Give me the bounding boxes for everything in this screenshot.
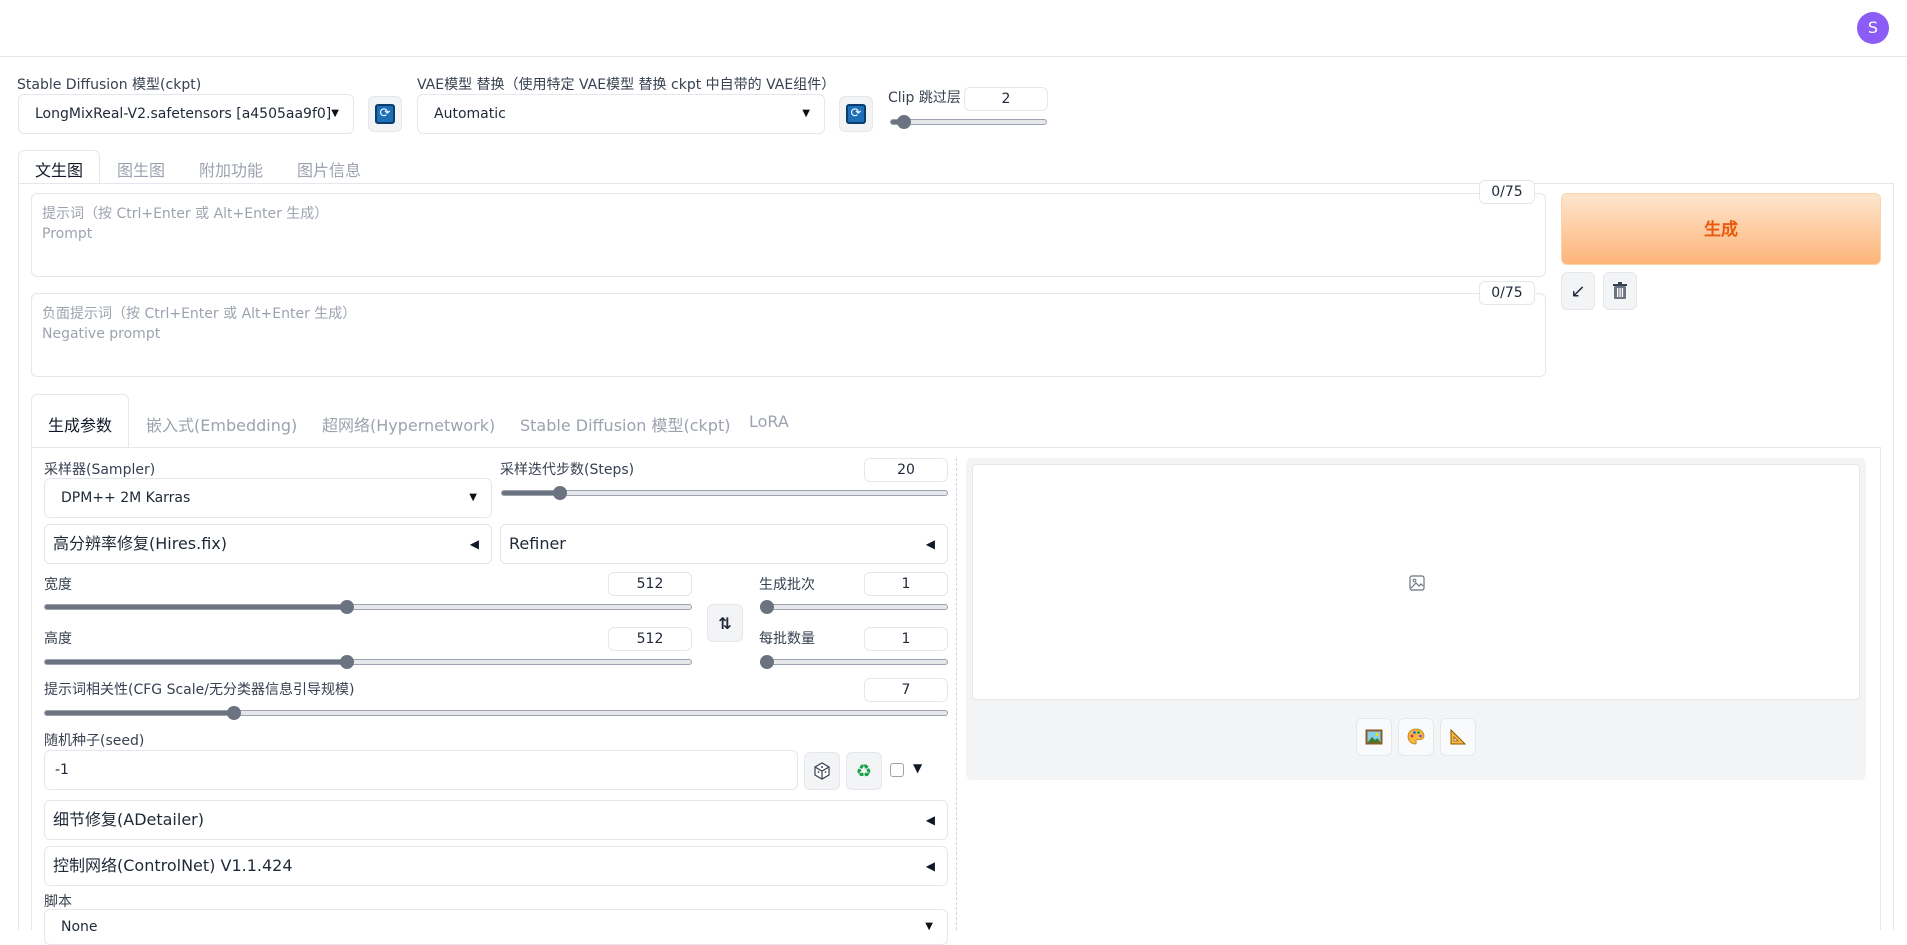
subtab-lora[interactable]: LoRA: [749, 412, 789, 431]
ckpt-label: Stable Diffusion 模型(ckpt): [17, 77, 202, 93]
seed-input[interactable]: -1: [44, 750, 798, 790]
slider-thumb[interactable]: [339, 655, 354, 669]
picture-icon: [1365, 729, 1383, 745]
batch-count-input[interactable]: 1: [864, 572, 948, 596]
vae-label: VAE模型 替换（使用特定 VAE模型 替换 ckpt 中自带的 VAE组件）: [417, 77, 836, 93]
prompt-token-counter: 0/75: [1479, 180, 1535, 204]
clip-skip-input[interactable]: 2: [964, 87, 1048, 111]
batch-count-slider[interactable]: [760, 600, 948, 614]
width-slider[interactable]: [44, 600, 692, 614]
batch-size-label: 每批数量: [759, 631, 815, 647]
column-divider: [956, 458, 957, 930]
vae-refresh-button[interactable]: ⟳: [839, 96, 873, 132]
refresh-icon: ⟳: [846, 104, 866, 124]
height-label: 高度: [44, 631, 72, 647]
subtab-hypernetwork[interactable]: 超网络(Hypernetwork): [322, 412, 495, 436]
dice-icon: [814, 762, 830, 780]
height-slider[interactable]: [44, 655, 692, 669]
collapse-triangle-icon: ◀: [925, 537, 935, 551]
tab-img2img[interactable]: 图生图: [117, 157, 165, 181]
slider-thumb[interactable]: [760, 655, 774, 669]
vae-value: Automatic: [434, 106, 506, 122]
send-to-extras-button[interactable]: [1440, 718, 1476, 756]
collapse-triangle-icon: ◀: [925, 859, 935, 873]
negative-token-counter: 0/75: [1479, 281, 1535, 305]
sampler-label: 采样器(Sampler): [44, 462, 156, 478]
clip-skip-label: Clip 跳过层: [888, 90, 961, 106]
controlnet-accordion[interactable]: 控制网络(ControlNet) V1.1.424 ◀: [44, 846, 948, 886]
width-input[interactable]: 512: [608, 572, 692, 596]
refiner-label: Refiner: [509, 534, 566, 553]
extra-seed-toggle-icon[interactable]: ▼: [913, 761, 922, 775]
refiner-accordion[interactable]: Refiner ◀: [500, 524, 948, 564]
subtab-embedding[interactable]: 嵌入式(Embedding): [146, 412, 297, 436]
read-params-button[interactable]: ↙: [1561, 272, 1595, 310]
slider-thumb[interactable]: [552, 486, 567, 500]
steps-slider[interactable]: [501, 486, 948, 500]
chevron-down-icon: ▼: [469, 492, 477, 503]
steps-label: 采样迭代步数(Steps): [500, 462, 635, 478]
adetailer-accordion[interactable]: 细节修复(ADetailer) ◀: [44, 800, 948, 840]
swap-dimensions-button[interactable]: ⇅: [707, 604, 743, 642]
clear-prompt-button[interactable]: [1603, 272, 1637, 310]
subtab-checkpoints[interactable]: Stable Diffusion 模型(ckpt): [520, 412, 730, 436]
generate-button[interactable]: 生成: [1561, 193, 1881, 265]
vae-dropdown[interactable]: Automatic ▼: [417, 94, 825, 134]
top-bar: S: [0, 0, 1907, 57]
reuse-seed-button[interactable]: ♻: [846, 752, 882, 790]
extra-seed-checkbox[interactable]: [890, 763, 904, 777]
subtab-generation[interactable]: 生成参数: [48, 412, 112, 436]
swap-arrows-icon: ⇅: [718, 613, 732, 633]
random-seed-button[interactable]: [804, 752, 840, 790]
seed-label: 随机种子(seed): [44, 733, 145, 749]
open-folder-button[interactable]: [1356, 718, 1392, 756]
collapse-triangle-icon: ◀: [925, 813, 935, 827]
trash-icon: [1613, 282, 1627, 299]
ckpt-dropdown[interactable]: LongMixReal-V2.safetensors [a4505aa9f0] …: [18, 94, 354, 134]
batch-size-slider[interactable]: [760, 655, 948, 669]
chevron-down-icon: ▼: [925, 921, 933, 932]
tab-txt2img[interactable]: 文生图: [35, 157, 83, 181]
chevron-down-icon: ▼: [802, 108, 810, 119]
script-label: 脚本: [44, 894, 72, 910]
palette-icon: [1407, 728, 1425, 745]
slider-thumb[interactable]: [339, 600, 354, 614]
ckpt-refresh-button[interactable]: ⟳: [368, 96, 402, 132]
refresh-icon: ⟳: [375, 104, 395, 124]
sampler-value: DPM++ 2M Karras: [61, 490, 191, 506]
hires-fix-accordion[interactable]: 高分辨率修复(Hires.fix) ◀: [44, 524, 492, 564]
user-avatar[interactable]: S: [1857, 12, 1889, 44]
output-gallery: [966, 458, 1866, 780]
negative-prompt-textarea[interactable]: 负面提示词（按 Ctrl+Enter 或 Alt+Enter 生成） Negat…: [31, 293, 1546, 377]
slider-thumb[interactable]: [760, 600, 774, 614]
triangle-ruler-icon: [1450, 728, 1467, 745]
tab-png-info[interactable]: 图片信息: [297, 157, 361, 181]
controlnet-label: 控制网络(ControlNet) V1.1.424: [53, 856, 293, 875]
steps-input[interactable]: 20: [864, 458, 948, 482]
image-preview-area: [972, 464, 1860, 700]
image-placeholder-icon: [1409, 575, 1425, 591]
cfg-slider[interactable]: [44, 706, 948, 720]
collapse-triangle-icon: ◀: [469, 537, 479, 551]
recycle-icon: ♻: [855, 760, 873, 782]
script-dropdown[interactable]: None ▼: [44, 909, 948, 945]
script-value: None: [61, 919, 98, 935]
tab-extras[interactable]: 附加功能: [199, 157, 263, 181]
cfg-input[interactable]: 7: [864, 678, 948, 702]
batch-size-input[interactable]: 1: [864, 627, 948, 651]
clip-skip-slider[interactable]: [890, 115, 1047, 129]
sampler-dropdown[interactable]: DPM++ 2M Karras ▼: [44, 478, 492, 518]
send-to-img2img-button[interactable]: [1398, 718, 1434, 756]
prompt-textarea[interactable]: 提示词（按 Ctrl+Enter 或 Alt+Enter 生成） Prompt: [31, 193, 1546, 277]
ckpt-value: LongMixReal-V2.safetensors [a4505aa9f0]: [35, 106, 332, 122]
batch-count-label: 生成批次: [759, 577, 815, 593]
height-input[interactable]: 512: [608, 627, 692, 651]
slider-thumb[interactable]: [896, 115, 911, 129]
chevron-down-icon: ▼: [331, 108, 339, 119]
arrow-down-left-icon: ↙: [1570, 280, 1586, 302]
width-label: 宽度: [44, 577, 72, 593]
cfg-label: 提示词相关性(CFG Scale/无分类器信息引导规模): [44, 682, 355, 698]
adetailer-label: 细节修复(ADetailer): [53, 810, 204, 829]
hires-fix-label: 高分辨率修复(Hires.fix): [53, 534, 228, 553]
